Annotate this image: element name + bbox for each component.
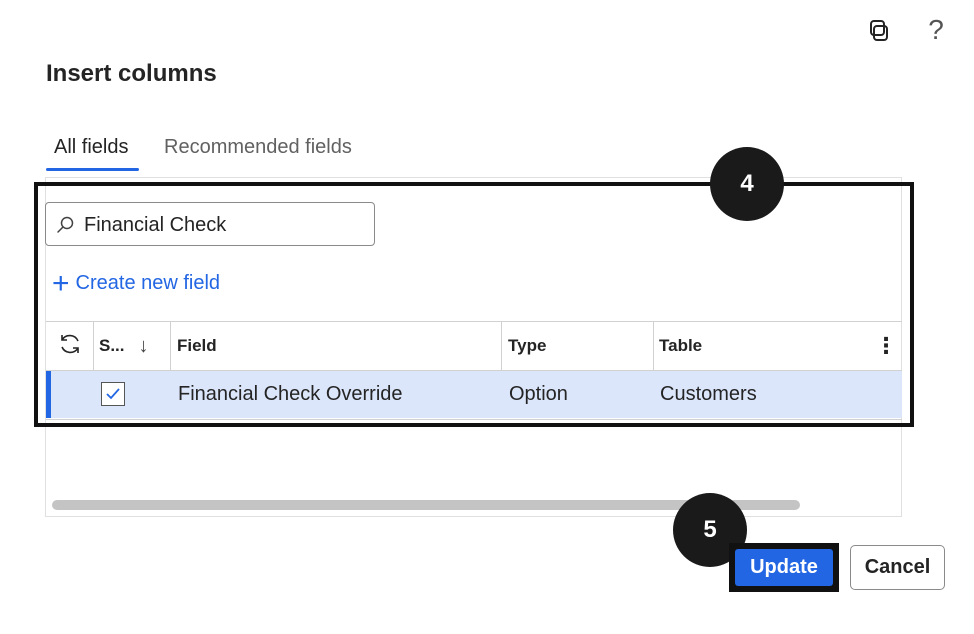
cancel-button[interactable]: Cancel bbox=[850, 545, 945, 590]
step-4-badge: 4 bbox=[710, 147, 784, 221]
copilot-icon[interactable] bbox=[862, 14, 894, 46]
update-button[interactable]: Update bbox=[735, 549, 833, 586]
tab-selected-indicator bbox=[46, 168, 139, 171]
dialog-title: Insert columns bbox=[46, 60, 217, 87]
tab-recommended-fields[interactable]: Recommended fields bbox=[164, 136, 352, 159]
help-icon[interactable]: ? bbox=[922, 14, 950, 46]
callout-highlight-box bbox=[34, 182, 914, 427]
update-callout-highlight: Update bbox=[729, 543, 839, 592]
tab-all-fields[interactable]: All fields bbox=[54, 136, 128, 159]
